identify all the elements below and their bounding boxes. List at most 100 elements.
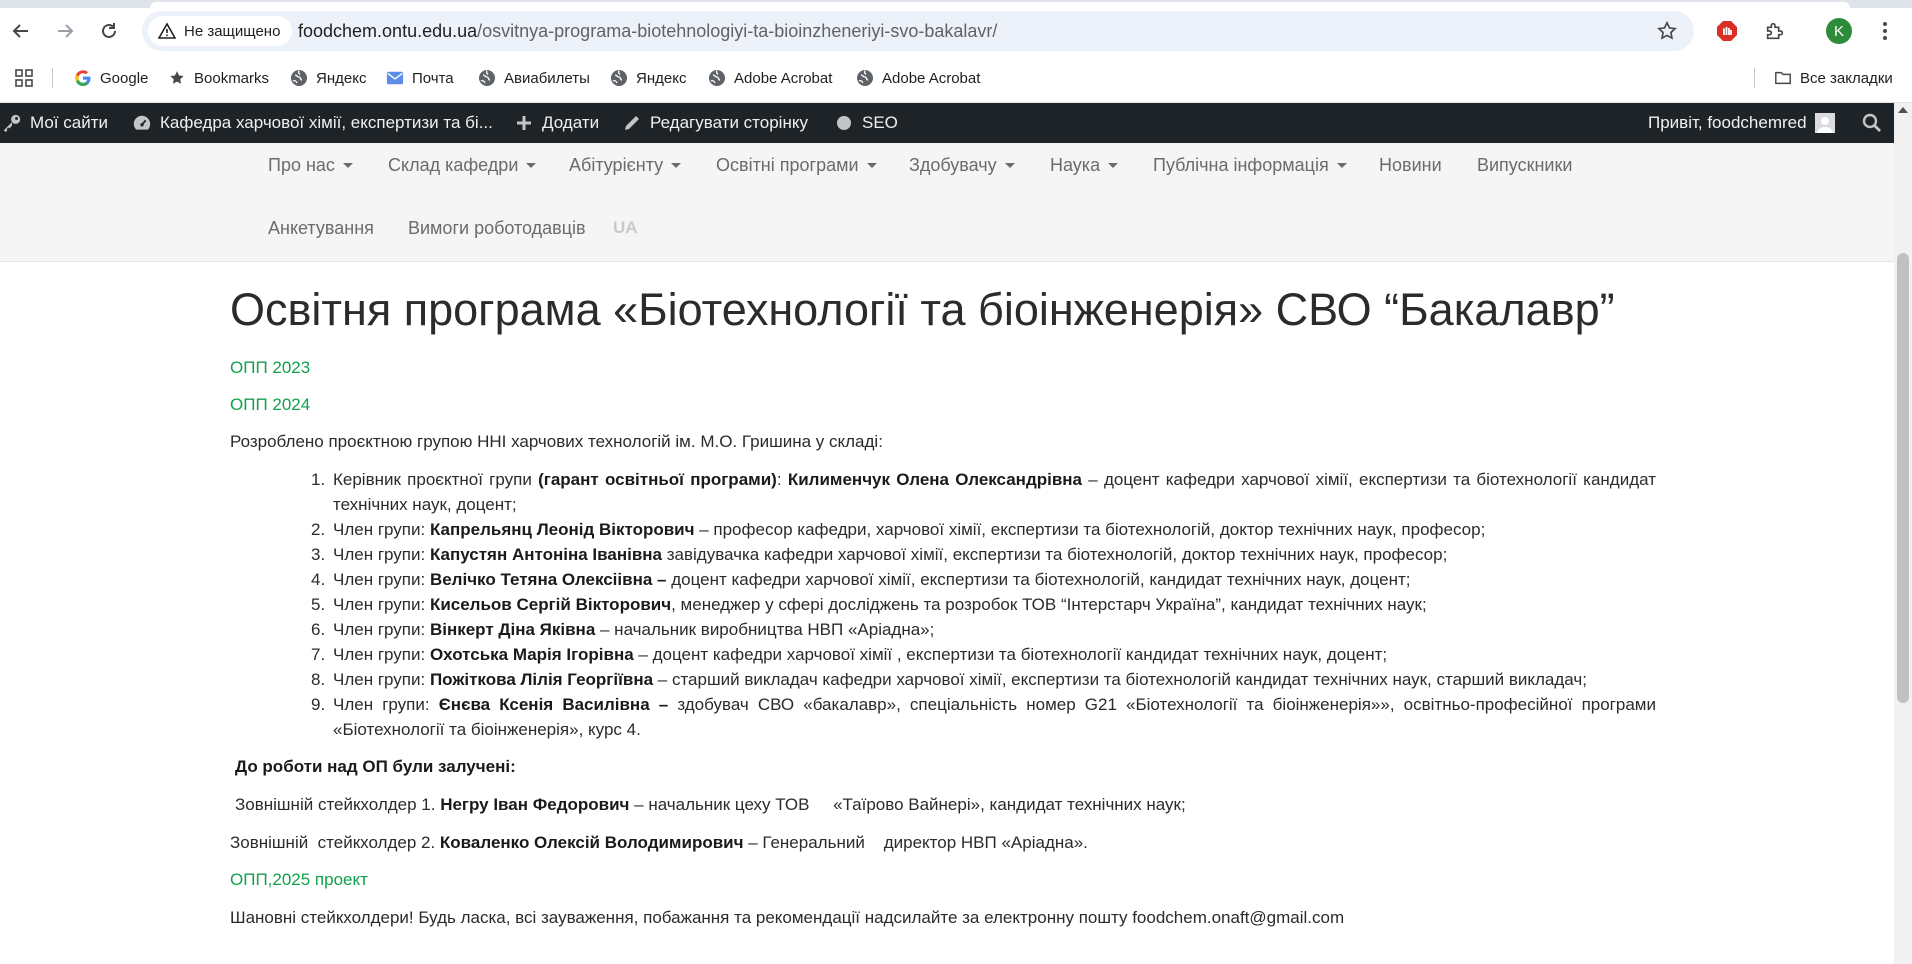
- reload-button[interactable]: [94, 16, 124, 46]
- member-role: Керівник проєктної групи: [333, 470, 539, 489]
- involved-heading: До роботи над ОП були залучені:: [235, 757, 516, 777]
- globe-icon: [478, 69, 496, 87]
- google-icon: [74, 69, 92, 87]
- chevron-down-icon: [526, 162, 537, 168]
- forward-arrow-icon: [58, 24, 74, 38]
- nav-item-staff[interactable]: Склад кафедри: [388, 153, 537, 177]
- bookmark-adobe-acrobat-1[interactable]: Adobe Acrobat: [708, 66, 832, 90]
- profile-button[interactable]: K: [1824, 16, 1854, 46]
- bookmark-star-button[interactable]: [1656, 20, 1678, 42]
- kebab-menu-icon: [1883, 22, 1887, 40]
- forward-button[interactable]: [50, 16, 80, 46]
- bookmark-yandex-1[interactable]: Яндекс: [290, 66, 366, 90]
- nav-item-label: Випускники: [1477, 154, 1573, 175]
- nav-item-label: Склад кафедри: [388, 154, 519, 175]
- scrollbar-thumb[interactable]: [1897, 253, 1909, 703]
- user-avatar-icon: [1814, 113, 1835, 133]
- bookmark-yandex-2[interactable]: Яндекс: [610, 66, 686, 90]
- all-bookmarks-label: Все закладки: [1800, 69, 1893, 87]
- member-role: Член групи:: [333, 545, 430, 564]
- opp-2024-link[interactable]: ОПП 2024: [230, 395, 310, 415]
- list-item: 6. Член групи: Вінкерт Діна Яківна – нача…: [311, 617, 1656, 642]
- extensions-button[interactable]: [1760, 16, 1790, 46]
- bookmark-mail[interactable]: Почта: [386, 66, 454, 90]
- chevron-down-icon: [671, 162, 682, 168]
- member-description: завідувачка кафедри харчової хімії, експ…: [662, 545, 1448, 564]
- key-icon: [2, 113, 22, 133]
- nav-item-about[interactable]: Про нас: [268, 153, 353, 177]
- stakeholder-prefix: Зовнішній стейкхолдер 2.: [230, 833, 440, 852]
- bookmark-label: Google: [100, 69, 149, 87]
- bookmark-aviatickets[interactable]: Авиабилеты: [478, 66, 590, 90]
- opp-2023-link[interactable]: ОПП 2023: [230, 358, 310, 378]
- globe-icon: [290, 69, 308, 87]
- edit-page-link[interactable]: Редагувати сторінку: [622, 103, 808, 143]
- nav-item-label: Абітурієнту: [569, 154, 664, 175]
- my-sites-menu[interactable]: Мої сайти: [2, 103, 108, 143]
- star-icon: [168, 69, 186, 87]
- add-new-menu[interactable]: Додати: [514, 103, 599, 143]
- member-description: – доцент кафедри харчової хімії , експер…: [633, 645, 1388, 664]
- admin-search-button[interactable]: [1862, 103, 1882, 143]
- bookmark-label: Яндекс: [316, 69, 367, 87]
- nav-item-news[interactable]: Новини: [1379, 153, 1442, 177]
- browser-menu-button[interactable]: [1870, 16, 1900, 46]
- bookmarks-separator: [1754, 68, 1755, 88]
- page-title: Освітня програма «Біотехнології та біоін…: [230, 284, 1615, 335]
- nav-item-applicants[interactable]: Абітурієнту: [569, 153, 682, 177]
- site-name-menu[interactable]: Кафедра харчової хімії, експертизи та бі…: [132, 103, 493, 143]
- scroll-up-arrow-icon[interactable]: [1898, 107, 1908, 113]
- url-text[interactable]: foodchem.ontu.edu.ua/osvitnya-programa-b…: [298, 11, 997, 51]
- stakeholder-name: Коваленко Олексій Володимирович: [439, 833, 744, 852]
- list-item: 9. Член групи: Єнєва Ксенія Василівна – з…: [311, 692, 1656, 742]
- list-number: 6.: [311, 620, 326, 639]
- nav-item-public-info[interactable]: Публічна інформація: [1153, 153, 1347, 177]
- opp-2025-project-link[interactable]: ОПП,2025 проект: [230, 870, 368, 890]
- member-role: Член групи:: [333, 695, 439, 714]
- page-scrollbar[interactable]: [1894, 103, 1912, 964]
- bookmark-adobe-acrobat-2[interactable]: Adobe Acrobat: [856, 66, 980, 90]
- bookmark-google[interactable]: Google: [74, 66, 148, 90]
- nav-item-employer-requirements[interactable]: Вимоги роботодавців: [408, 216, 586, 240]
- globe-icon: [610, 69, 628, 87]
- list-number: 3.: [311, 545, 326, 564]
- bookmark-bookmarks[interactable]: Bookmarks: [168, 66, 269, 90]
- nav-item-alumni[interactable]: Випускники: [1477, 153, 1572, 177]
- language-label: UA: [613, 218, 638, 237]
- pencil-icon: [622, 113, 642, 133]
- site-main-nav: Про нас Склад кафедри Абітурієнту Освітн…: [0, 143, 1894, 262]
- list-number: 8.: [311, 670, 326, 689]
- nav-item-programs[interactable]: Освітні програми: [716, 153, 877, 177]
- member-role: Член групи:: [333, 620, 430, 639]
- dashboard-gauge-icon: [132, 113, 152, 133]
- security-chip[interactable]: Не защищено: [148, 16, 293, 46]
- stakeholder-description: – Генеральний директор НВП «Аріадна».: [743, 833, 1088, 852]
- my-sites-label: Мої сайти: [30, 113, 108, 132]
- all-bookmarks-button[interactable]: Все закладки: [1774, 66, 1893, 90]
- nav-item-students[interactable]: Здобувачу: [909, 153, 1015, 177]
- extension-adblock-button[interactable]: [1712, 16, 1742, 46]
- profile-avatar: K: [1826, 18, 1852, 44]
- list-item: 4. Член групи: Велічко Тетяна Олексіівна …: [311, 567, 1656, 592]
- search-icon: [1862, 113, 1882, 133]
- chevron-down-icon: [866, 162, 877, 168]
- member-role-note: (гарант освітньої програми): [538, 470, 777, 489]
- nav-item-surveys[interactable]: Анкетування: [268, 216, 374, 240]
- adblock-icon: [1717, 21, 1737, 41]
- account-menu[interactable]: Привіт, foodchemred: [1648, 103, 1835, 143]
- list-number: 9.: [311, 695, 326, 714]
- member-description: , менеджер у сфері досліджень та розробо…: [671, 595, 1427, 614]
- apps-button[interactable]: [14, 66, 34, 90]
- warning-icon: [158, 22, 176, 39]
- stakeholder-name: Негру Іван Федорович: [440, 795, 630, 814]
- seo-menu[interactable]: SEO: [834, 103, 898, 143]
- puzzle-icon: [1766, 22, 1784, 40]
- bookmarks-bar: Google Bookmarks Яндекс Почта Авиабилеты…: [0, 54, 1912, 103]
- list-number: 5.: [311, 595, 326, 614]
- seo-status-dot-icon: [834, 113, 854, 133]
- member-description: доцент кафедри харчової хімії, експертиз…: [666, 570, 1411, 589]
- nav-item-science[interactable]: Наука: [1050, 153, 1119, 177]
- language-switcher[interactable]: UA: [613, 216, 638, 240]
- address-bar[interactable]: Не защищено foodchem.ontu.edu.ua/osvitny…: [142, 11, 1694, 51]
- back-button[interactable]: [6, 16, 36, 46]
